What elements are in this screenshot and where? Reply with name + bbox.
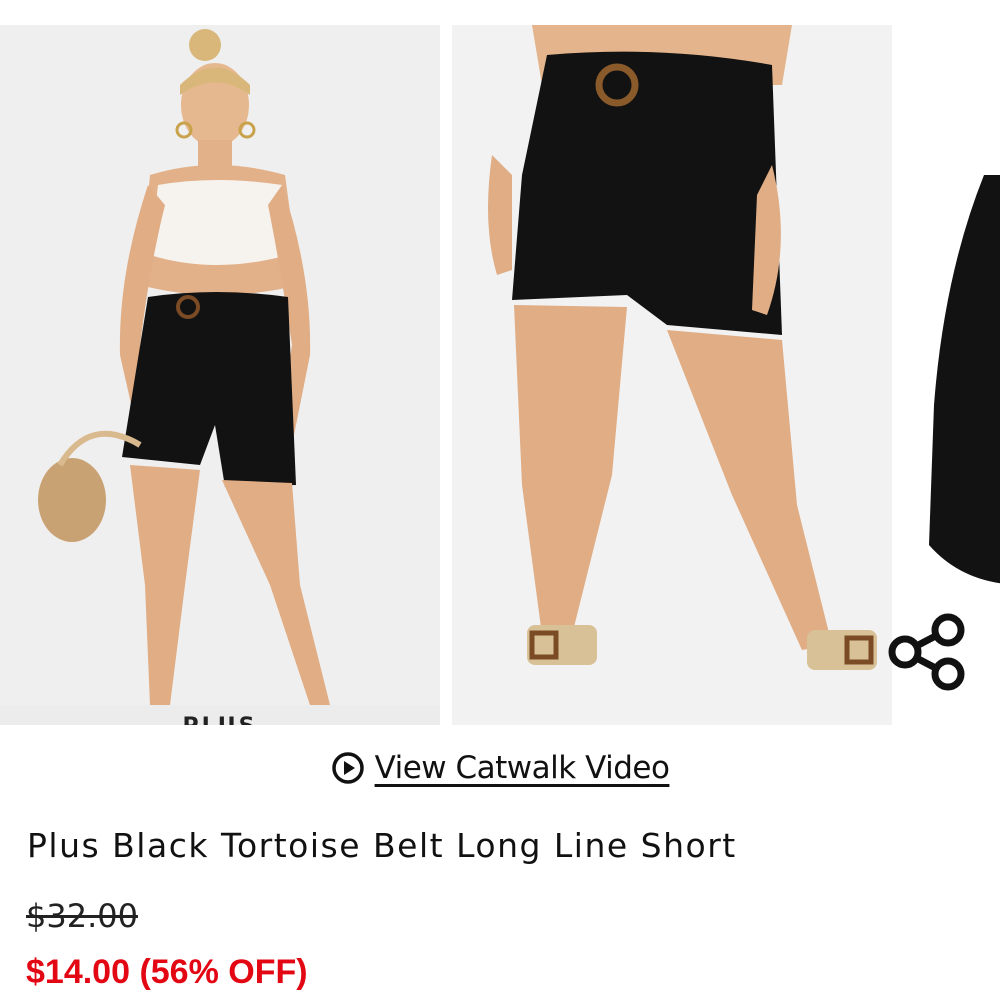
share-button[interactable] bbox=[885, 610, 969, 694]
product-image-closeup[interactable] bbox=[452, 25, 892, 725]
gallery-strip: PLUS bbox=[0, 0, 1000, 725]
discount-percentage: (56% OFF) bbox=[139, 953, 308, 991]
model-closeup-illustration bbox=[488, 25, 877, 670]
share-icon bbox=[888, 613, 965, 691]
sale-price-row: $14.00 (56% OFF) bbox=[26, 953, 308, 992]
plus-label: PLUS bbox=[182, 714, 257, 726]
original-price: $32.00 bbox=[26, 897, 138, 935]
model-full-body-illustration bbox=[38, 29, 330, 705]
product-title: Plus Black Tortoise Belt Long Line Short bbox=[27, 826, 737, 865]
sale-price: $14.00 bbox=[26, 953, 130, 991]
plus-range-banner: PLUS bbox=[0, 705, 440, 725]
catwalk-video-row[interactable]: View Catwalk Video bbox=[0, 745, 1000, 791]
play-circle-icon bbox=[331, 752, 364, 784]
view-catwalk-video-link[interactable]: View Catwalk Video bbox=[375, 750, 670, 786]
product-image-front-full[interactable]: PLUS bbox=[0, 25, 440, 725]
product-image-gallery[interactable]: PLUS bbox=[0, 0, 1000, 725]
